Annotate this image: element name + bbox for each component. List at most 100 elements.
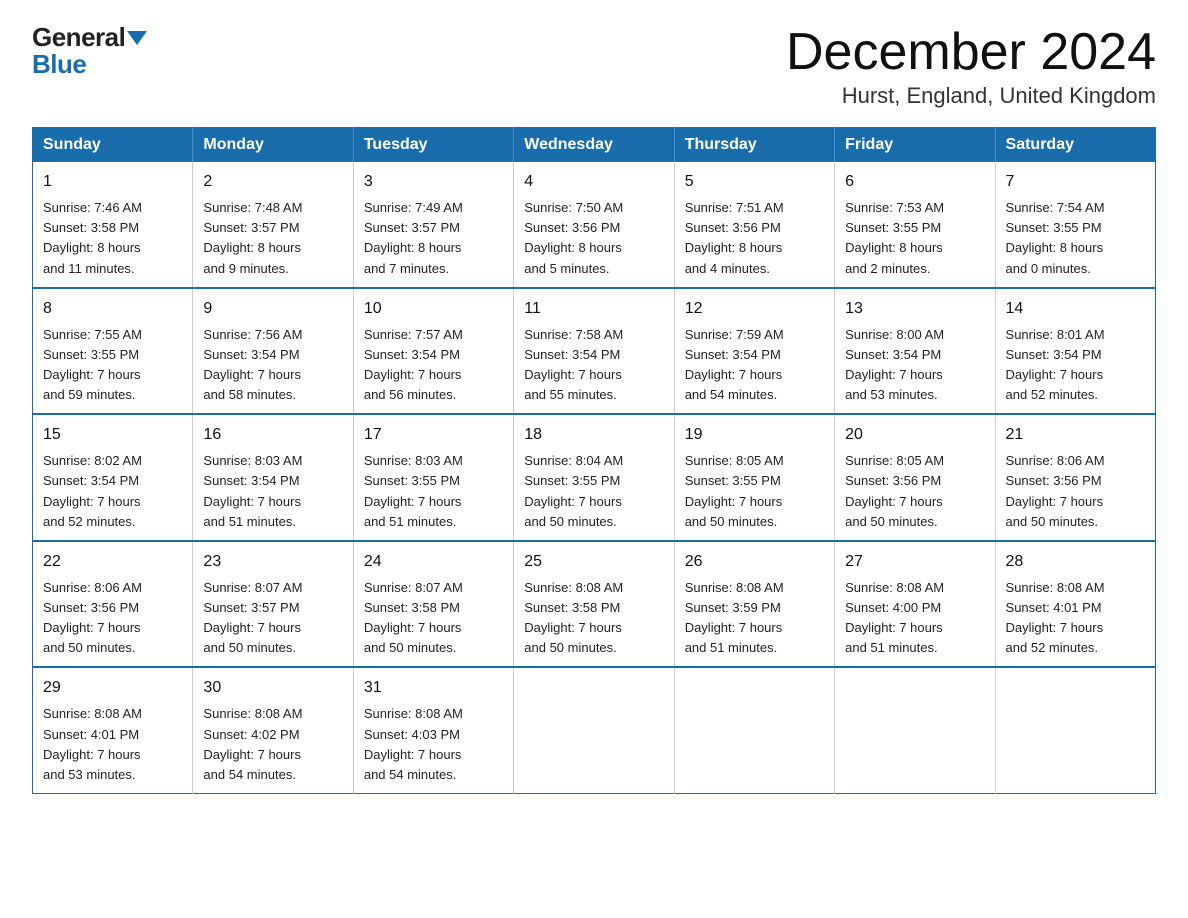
day-number: 5 [685,170,824,194]
day-cell: 15 Sunrise: 8:02 AMSunset: 3:54 PMDaylig… [33,414,193,541]
col-sunday: Sunday [33,128,193,163]
day-cell: 26 Sunrise: 8:08 AMSunset: 3:59 PMDaylig… [674,541,834,668]
day-info: Sunrise: 8:06 AMSunset: 3:56 PMDaylight:… [1006,453,1105,528]
day-number: 23 [203,550,342,574]
day-cell: 10 Sunrise: 7:57 AMSunset: 3:54 PMDaylig… [353,288,513,415]
day-cell: 7 Sunrise: 7:54 AMSunset: 3:55 PMDayligh… [995,162,1155,288]
day-info: Sunrise: 8:06 AMSunset: 3:56 PMDaylight:… [43,580,142,655]
day-info: Sunrise: 7:54 AMSunset: 3:55 PMDaylight:… [1006,200,1105,275]
day-cell: 30 Sunrise: 8:08 AMSunset: 4:02 PMDaylig… [193,667,353,793]
day-info: Sunrise: 7:50 AMSunset: 3:56 PMDaylight:… [524,200,623,275]
day-number: 7 [1006,170,1145,194]
day-number: 1 [43,170,182,194]
day-info: Sunrise: 7:59 AMSunset: 3:54 PMDaylight:… [685,327,784,402]
day-info: Sunrise: 7:56 AMSunset: 3:54 PMDaylight:… [203,327,302,402]
col-thursday: Thursday [674,128,834,163]
day-cell: 31 Sunrise: 8:08 AMSunset: 4:03 PMDaylig… [353,667,513,793]
day-cell [995,667,1155,793]
day-cell: 2 Sunrise: 7:48 AMSunset: 3:57 PMDayligh… [193,162,353,288]
day-cell [514,667,674,793]
col-wednesday: Wednesday [514,128,674,163]
week-row-4: 22 Sunrise: 8:06 AMSunset: 3:56 PMDaylig… [33,541,1156,668]
col-friday: Friday [835,128,995,163]
day-number: 24 [364,550,503,574]
day-info: Sunrise: 8:08 AMSunset: 4:03 PMDaylight:… [364,706,463,781]
day-number: 15 [43,423,182,447]
day-number: 3 [364,170,503,194]
day-info: Sunrise: 7:55 AMSunset: 3:55 PMDaylight:… [43,327,142,402]
day-info: Sunrise: 8:02 AMSunset: 3:54 PMDaylight:… [43,453,142,528]
day-cell: 17 Sunrise: 8:03 AMSunset: 3:55 PMDaylig… [353,414,513,541]
day-number: 31 [364,676,503,700]
day-info: Sunrise: 8:07 AMSunset: 3:57 PMDaylight:… [203,580,302,655]
day-number: 21 [1006,423,1145,447]
day-info: Sunrise: 7:51 AMSunset: 3:56 PMDaylight:… [685,200,784,275]
week-row-5: 29 Sunrise: 8:08 AMSunset: 4:01 PMDaylig… [33,667,1156,793]
day-number: 8 [43,297,182,321]
day-cell: 16 Sunrise: 8:03 AMSunset: 3:54 PMDaylig… [193,414,353,541]
day-cell [674,667,834,793]
logo-triangle-icon [127,31,147,45]
day-number: 20 [845,423,984,447]
logo-general-text: General [32,22,125,52]
day-number: 18 [524,423,663,447]
col-tuesday: Tuesday [353,128,513,163]
day-info: Sunrise: 8:01 AMSunset: 3:54 PMDaylight:… [1006,327,1105,402]
day-cell: 9 Sunrise: 7:56 AMSunset: 3:54 PMDayligh… [193,288,353,415]
day-info: Sunrise: 7:48 AMSunset: 3:57 PMDaylight:… [203,200,302,275]
week-row-1: 1 Sunrise: 7:46 AMSunset: 3:58 PMDayligh… [33,162,1156,288]
day-number: 14 [1006,297,1145,321]
day-info: Sunrise: 8:08 AMSunset: 4:02 PMDaylight:… [203,706,302,781]
day-cell: 3 Sunrise: 7:49 AMSunset: 3:57 PMDayligh… [353,162,513,288]
day-number: 26 [685,550,824,574]
day-number: 11 [524,297,663,321]
day-info: Sunrise: 8:08 AMSunset: 4:00 PMDaylight:… [845,580,944,655]
day-cell: 19 Sunrise: 8:05 AMSunset: 3:55 PMDaylig… [674,414,834,541]
day-cell: 5 Sunrise: 7:51 AMSunset: 3:56 PMDayligh… [674,162,834,288]
day-number: 27 [845,550,984,574]
day-cell: 22 Sunrise: 8:06 AMSunset: 3:56 PMDaylig… [33,541,193,668]
month-title: December 2024 [786,24,1156,81]
day-cell: 6 Sunrise: 7:53 AMSunset: 3:55 PMDayligh… [835,162,995,288]
day-number: 10 [364,297,503,321]
page: General Blue December 2024 Hurst, Englan… [0,0,1188,826]
day-cell: 18 Sunrise: 8:04 AMSunset: 3:55 PMDaylig… [514,414,674,541]
day-info: Sunrise: 7:58 AMSunset: 3:54 PMDaylight:… [524,327,623,402]
day-cell: 24 Sunrise: 8:07 AMSunset: 3:58 PMDaylig… [353,541,513,668]
day-number: 13 [845,297,984,321]
day-cell: 4 Sunrise: 7:50 AMSunset: 3:56 PMDayligh… [514,162,674,288]
day-cell: 14 Sunrise: 8:01 AMSunset: 3:54 PMDaylig… [995,288,1155,415]
day-info: Sunrise: 8:08 AMSunset: 3:59 PMDaylight:… [685,580,784,655]
day-cell: 11 Sunrise: 7:58 AMSunset: 3:54 PMDaylig… [514,288,674,415]
week-row-3: 15 Sunrise: 8:02 AMSunset: 3:54 PMDaylig… [33,414,1156,541]
day-info: Sunrise: 8:05 AMSunset: 3:55 PMDaylight:… [685,453,784,528]
location-title: Hurst, England, United Kingdom [786,83,1156,109]
day-cell: 12 Sunrise: 7:59 AMSunset: 3:54 PMDaylig… [674,288,834,415]
day-number: 17 [364,423,503,447]
day-number: 12 [685,297,824,321]
day-cell: 29 Sunrise: 8:08 AMSunset: 4:01 PMDaylig… [33,667,193,793]
day-cell: 1 Sunrise: 7:46 AMSunset: 3:58 PMDayligh… [33,162,193,288]
day-cell: 8 Sunrise: 7:55 AMSunset: 3:55 PMDayligh… [33,288,193,415]
header-row: Sunday Monday Tuesday Wednesday Thursday… [33,128,1156,163]
day-info: Sunrise: 8:07 AMSunset: 3:58 PMDaylight:… [364,580,463,655]
day-number: 2 [203,170,342,194]
day-cell: 25 Sunrise: 8:08 AMSunset: 3:58 PMDaylig… [514,541,674,668]
day-info: Sunrise: 8:04 AMSunset: 3:55 PMDaylight:… [524,453,623,528]
day-number: 22 [43,550,182,574]
day-cell: 27 Sunrise: 8:08 AMSunset: 4:00 PMDaylig… [835,541,995,668]
day-cell: 28 Sunrise: 8:08 AMSunset: 4:01 PMDaylig… [995,541,1155,668]
day-number: 16 [203,423,342,447]
calendar-table: Sunday Monday Tuesday Wednesday Thursday… [32,127,1156,794]
col-monday: Monday [193,128,353,163]
day-number: 29 [43,676,182,700]
col-saturday: Saturday [995,128,1155,163]
logo-general-line: General [32,24,147,51]
day-info: Sunrise: 8:08 AMSunset: 3:58 PMDaylight:… [524,580,623,655]
day-info: Sunrise: 8:08 AMSunset: 4:01 PMDaylight:… [1006,580,1105,655]
day-info: Sunrise: 8:08 AMSunset: 4:01 PMDaylight:… [43,706,142,781]
day-cell: 21 Sunrise: 8:06 AMSunset: 3:56 PMDaylig… [995,414,1155,541]
day-number: 9 [203,297,342,321]
day-number: 25 [524,550,663,574]
day-info: Sunrise: 8:03 AMSunset: 3:54 PMDaylight:… [203,453,302,528]
